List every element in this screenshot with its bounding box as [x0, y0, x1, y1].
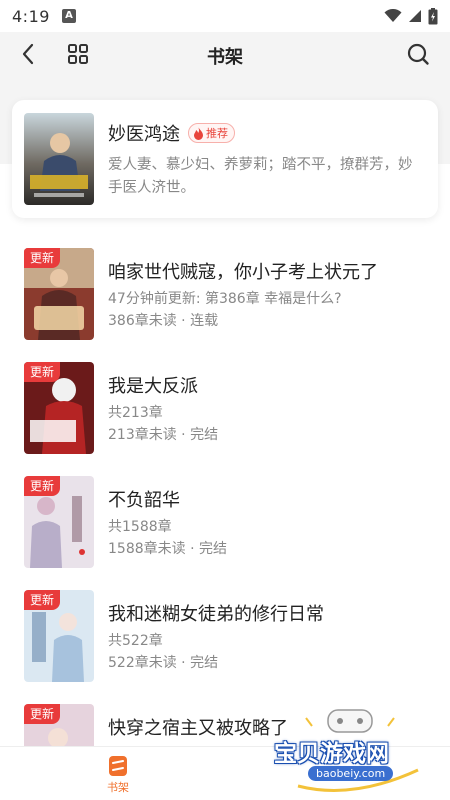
status-time: 4:19	[12, 6, 50, 26]
book-read-status: 522章未读 · 完结	[108, 655, 219, 671]
book-chapter-count: 共522章	[108, 633, 163, 649]
recommended-book-card[interactable]: 妙医鸿途 推荐 爱人妻、慕少妇、养萝莉；踏不平，撩群芳，妙手医人济世。	[12, 100, 438, 218]
book-item[interactable]: 更新 不负韶华 共1588章 1588章未读 · 完结	[0, 466, 450, 568]
update-tag: 更新	[24, 248, 60, 268]
book-update-info: 47分钟前更新: 第386章 幸福是什么?	[108, 291, 342, 307]
back-icon	[22, 43, 34, 65]
book-chapter-count: 共1588章	[108, 519, 172, 535]
grid-view-button[interactable]	[64, 40, 92, 68]
recommend-badge-label: 推荐	[206, 127, 228, 140]
tab-bookshelf[interactable]: 书架	[96, 755, 140, 799]
book-read-status: 1588章未读 · 完结	[108, 541, 227, 557]
book-cover: 更新	[24, 590, 94, 682]
update-tag: 更新	[24, 476, 60, 496]
book-title: 快穿之宿主又被攻略了	[108, 718, 288, 739]
nav-bar: 书架	[0, 32, 450, 76]
book-read-status: 386章未读 · 连载	[108, 313, 219, 329]
update-tag: 更新	[24, 590, 60, 610]
book-cover: 更新	[24, 362, 94, 454]
book-title: 我和迷糊女徒弟的修行日常	[108, 604, 324, 625]
book-cover: 更新	[24, 248, 94, 340]
notification-icon: A	[61, 9, 76, 23]
book-title: 我是大反派	[108, 376, 198, 397]
update-tag: 更新	[24, 362, 60, 382]
search-icon	[407, 43, 429, 65]
signal-icon	[409, 10, 421, 22]
book-title: 咱家世代贼寇，你小子考上状元了	[108, 262, 378, 283]
book-item[interactable]: 更新 我是大反派 共213章 213章未读 · 完结	[0, 352, 450, 454]
battery-icon	[428, 7, 438, 24]
wifi-icon	[384, 9, 402, 22]
tab-bookshelf-label: 书架	[107, 781, 129, 794]
watermark-text: 宝贝游戏网	[274, 741, 389, 767]
recommended-book-cover	[24, 113, 94, 205]
fire-icon	[194, 127, 203, 140]
bookshelf-icon	[109, 756, 127, 776]
watermark-url: baobeiy.com	[308, 766, 394, 781]
update-tag: 更新	[24, 704, 60, 724]
book-chapter-count: 共213章	[108, 405, 163, 421]
recommended-book-title: 妙医鸿途	[108, 124, 180, 145]
back-button[interactable]	[14, 40, 42, 68]
recommended-book-description: 爱人妻、慕少妇、养萝莉；踏不平，撩群芳，妙手医人济世。	[108, 157, 413, 196]
book-item[interactable]: 更新 我和迷糊女徒弟的修行日常 共522章 522章未读 · 完结	[0, 580, 450, 682]
book-read-status: 213章未读 · 完结	[108, 427, 219, 443]
book-title: 不负韶华	[108, 490, 180, 511]
watermark-logo: 宝贝游戏网 baobeiy.com	[268, 700, 438, 792]
status-icons	[384, 7, 438, 25]
recommended-title-row: 妙医鸿途 推荐	[108, 120, 235, 146]
status-bar: 4:19 A	[0, 0, 450, 32]
search-button[interactable]	[404, 40, 432, 68]
book-cover: 更新	[24, 476, 94, 568]
recommend-badge: 推荐	[188, 123, 235, 143]
book-item[interactable]: 更新 咱家世代贼寇，你小子考上状元了 47分钟前更新: 第386章 幸福是什么?…	[0, 238, 450, 340]
grid-icon	[68, 44, 88, 64]
